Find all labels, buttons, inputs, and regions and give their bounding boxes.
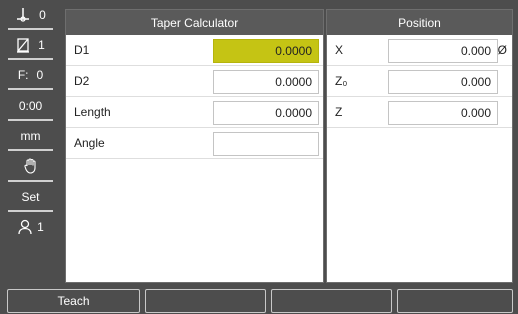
- tool-icon: [17, 38, 30, 53]
- length-label: Length: [74, 105, 111, 119]
- position-row-z0: Z₀ 0.000: [327, 66, 512, 97]
- position-row-z: Z 0.000: [327, 97, 512, 128]
- position-row-x: X 0.000 Ø: [327, 35, 512, 66]
- divider: [8, 88, 53, 90]
- status-sidebar: 0 1 F: 0 0:00 mm Set 1: [0, 0, 61, 283]
- position-panel: Position X 0.000 Ø Z₀ 0.000 Z 0.000: [326, 9, 513, 283]
- hand-indicator[interactable]: [6, 155, 55, 177]
- taper-calculator-panel: Taper Calculator D1 0.0000 D2 0.0000 Len…: [65, 9, 324, 283]
- timer-indicator[interactable]: 0:00: [6, 95, 55, 117]
- feed-indicator[interactable]: F: 0: [6, 64, 55, 86]
- set-label: Set: [21, 190, 40, 204]
- d2-label: D2: [74, 74, 90, 88]
- feed-label: F:: [17, 68, 29, 82]
- taper-calculator-title: Taper Calculator: [66, 10, 323, 35]
- d2-input[interactable]: 0.0000: [213, 70, 319, 94]
- d1-label: D1: [74, 43, 90, 57]
- taper-row-d1: D1 0.0000: [66, 35, 323, 66]
- d1-input[interactable]: 0.0000: [213, 39, 319, 63]
- axis-z0-label: Z₀: [335, 74, 348, 88]
- length-input[interactable]: 0.0000: [213, 101, 319, 125]
- divider: [8, 28, 53, 30]
- user-icon: [18, 219, 32, 235]
- axis-z-value[interactable]: 0.000: [388, 101, 498, 125]
- user-value: 1: [37, 220, 44, 234]
- taper-row-length: Length 0.0000: [66, 97, 323, 128]
- divider: [8, 149, 53, 151]
- timer-label: 0:00: [18, 99, 43, 113]
- divider: [8, 119, 53, 121]
- softkey-3[interactable]: [271, 289, 392, 313]
- axis-z-label: Z: [335, 105, 343, 119]
- datum-value: 0: [39, 8, 46, 22]
- softkey-2[interactable]: [145, 289, 266, 313]
- teach-softkey[interactable]: Teach: [7, 289, 140, 313]
- user-indicator[interactable]: 1: [6, 216, 55, 238]
- axis-x-label: X: [335, 43, 344, 57]
- tool-value: 1: [38, 38, 45, 52]
- unit-indicator[interactable]: mm: [6, 125, 55, 147]
- position-title: Position: [327, 10, 512, 35]
- softkey-4[interactable]: [397, 289, 513, 313]
- angle-input[interactable]: [213, 132, 319, 156]
- datum-indicator[interactable]: 0: [6, 4, 55, 26]
- diameter-indicator: Ø: [497, 43, 507, 57]
- angle-label: Angle: [74, 136, 105, 150]
- divider: [8, 210, 53, 212]
- divider: [8, 58, 53, 60]
- set-indicator[interactable]: Set: [6, 186, 55, 208]
- datum-icon: [17, 8, 30, 22]
- taper-row-d2: D2 0.0000: [66, 66, 323, 97]
- unit-label: mm: [20, 129, 41, 143]
- tool-indicator[interactable]: 1: [6, 34, 55, 56]
- hand-icon: [23, 158, 36, 174]
- axis-z0-value[interactable]: 0.000: [388, 70, 498, 94]
- taper-row-angle: Angle: [66, 128, 323, 159]
- axis-x-value[interactable]: 0.000: [388, 39, 498, 63]
- divider: [8, 180, 53, 182]
- feed-value: 0: [36, 68, 44, 82]
